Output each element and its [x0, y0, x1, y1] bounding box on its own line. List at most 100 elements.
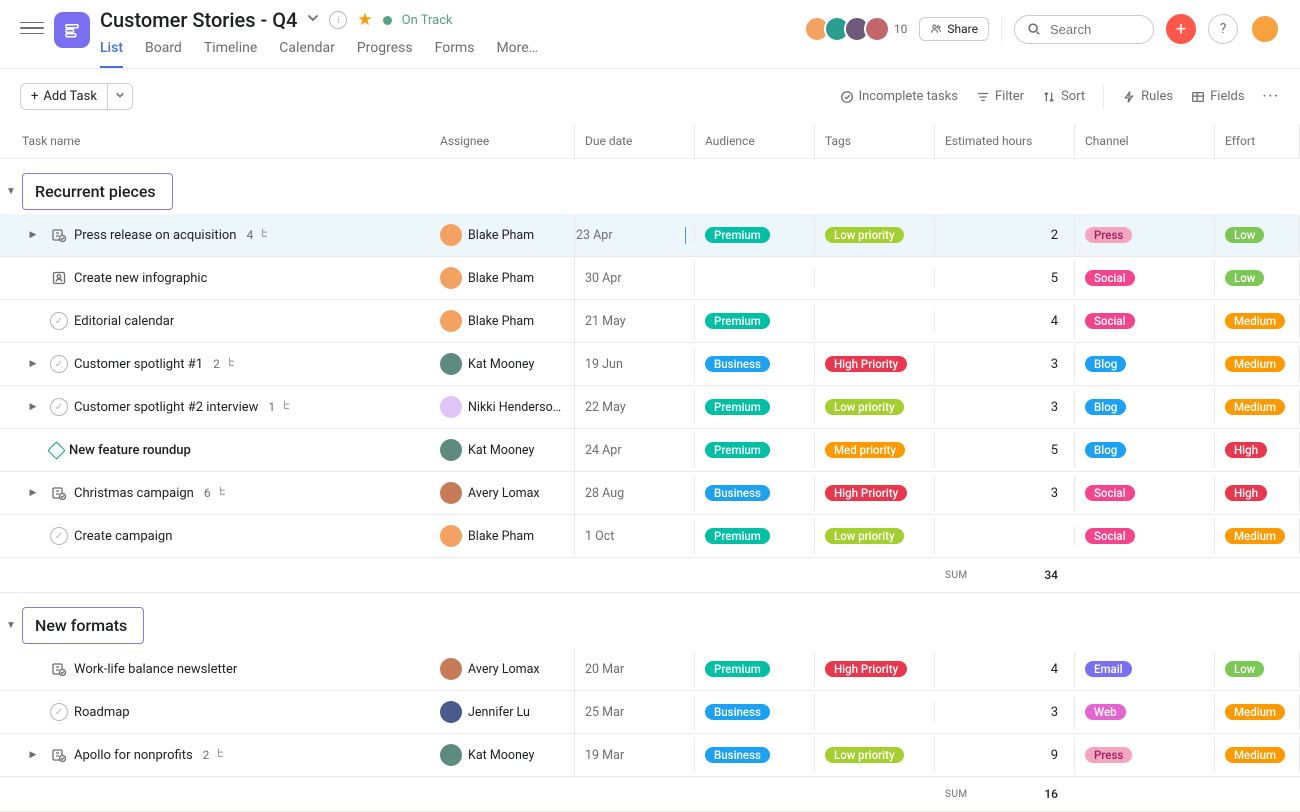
channel-pill[interactable]: Social	[1085, 485, 1135, 501]
milestone-icon[interactable]	[47, 441, 65, 459]
filter-button[interactable]: Filter	[976, 89, 1024, 104]
effort-pill[interactable]: High	[1225, 442, 1267, 458]
profile-avatar[interactable]	[1250, 14, 1280, 44]
due-date[interactable]: 28 Aug	[585, 486, 624, 501]
avatar[interactable]	[864, 16, 890, 42]
due-date[interactable]: 20 Mar	[585, 662, 624, 677]
audience-pill[interactable]: Business	[705, 747, 770, 763]
project-icon[interactable]	[54, 12, 90, 48]
col-name[interactable]: Task name	[0, 124, 430, 158]
assignee-name[interactable]: Blake Pham	[468, 529, 534, 544]
tab-progress[interactable]: Progress	[357, 40, 413, 68]
est-value[interactable]: 3	[1051, 705, 1058, 720]
task-row[interactable]: Editorial calendar Blake Pham 21 May Pre…	[0, 300, 1300, 343]
expand-icon[interactable]: ▶	[22, 230, 44, 240]
more-options[interactable]: ···	[1263, 89, 1280, 104]
add-task-button[interactable]: + Add Task	[20, 83, 108, 110]
expand-icon[interactable]: ▶	[22, 359, 44, 369]
est-value[interactable]: 9	[1051, 748, 1058, 763]
tag-pill[interactable]: High Priority	[825, 485, 907, 501]
est-value[interactable]: 4	[1051, 314, 1058, 329]
effort-pill[interactable]: Low	[1225, 227, 1264, 243]
tag-pill[interactable]: Low priority	[825, 747, 904, 763]
channel-pill[interactable]: Social	[1085, 270, 1135, 286]
col-est[interactable]: Estimated hours	[935, 124, 1075, 158]
col-audience[interactable]: Audience	[695, 124, 815, 158]
est-value[interactable]: 3	[1051, 400, 1058, 415]
task-row[interactable]: ▶Apollo for nonprofits2 Kat Mooney 19 Ma…	[0, 734, 1300, 777]
expand-icon[interactable]: ▶	[22, 750, 44, 760]
task-row[interactable]: ▶Customer spotlight #2 interview1 Nikki …	[0, 386, 1300, 429]
assignee-name[interactable]: Kat Mooney	[468, 443, 534, 458]
effort-pill[interactable]: Medium	[1225, 356, 1285, 372]
assignee-name[interactable]: Avery Lomax	[468, 486, 540, 501]
search-field[interactable]	[1048, 21, 1141, 38]
audience-pill[interactable]: Premium	[705, 399, 770, 415]
tab-list[interactable]: List	[100, 40, 123, 68]
project-dropdown-icon[interactable]	[307, 12, 319, 28]
expand-icon[interactable]: ▶	[22, 402, 44, 412]
tag-pill[interactable]: High Priority	[825, 661, 907, 677]
tab-timeline[interactable]: Timeline	[204, 40, 257, 68]
tab-board[interactable]: Board	[145, 40, 182, 68]
section-title[interactable]: Recurrent pieces	[22, 173, 173, 210]
est-value[interactable]: 4	[1051, 662, 1058, 677]
effort-pill[interactable]: Medium	[1225, 704, 1285, 720]
due-date[interactable]: 19 Jun	[585, 357, 623, 372]
assignee-name[interactable]: Nikki Henderson …	[468, 400, 564, 415]
completion-filter[interactable]: Incomplete tasks	[840, 89, 958, 104]
tag-pill[interactable]: Low priority	[825, 399, 904, 415]
due-date[interactable]: 23 Apr	[575, 227, 686, 244]
effort-pill[interactable]: High	[1225, 485, 1267, 501]
audience-pill[interactable]: Premium	[705, 661, 770, 677]
effort-pill[interactable]: Low	[1225, 661, 1264, 677]
search-input[interactable]	[1014, 15, 1154, 44]
star-icon[interactable]: ★	[357, 10, 372, 30]
section-caret-icon[interactable]: ▼	[0, 620, 22, 631]
due-date[interactable]: 1 Oct	[585, 529, 614, 544]
channel-pill[interactable]: Blog	[1085, 442, 1126, 458]
effort-pill[interactable]: Medium	[1225, 747, 1285, 763]
section-caret-icon[interactable]: ▼	[0, 186, 22, 197]
channel-pill[interactable]: Blog	[1085, 356, 1126, 372]
tag-pill[interactable]: High Priority	[825, 356, 907, 372]
assignee-name[interactable]: Avery Lomax	[468, 662, 540, 677]
audience-pill[interactable]: Business	[705, 485, 770, 501]
help-button[interactable]: ?	[1208, 14, 1238, 44]
audience-pill[interactable]: Business	[705, 704, 770, 720]
sort-button[interactable]: Sort	[1042, 89, 1085, 104]
add-task-dropdown[interactable]	[108, 83, 133, 110]
expand-icon[interactable]: ▶	[22, 488, 44, 498]
effort-pill[interactable]: Medium	[1225, 313, 1285, 329]
task-row[interactable]: ▶Christmas campaign6 Avery Lomax 28 Aug …	[0, 472, 1300, 515]
task-row[interactable]: Create campaign Blake Pham 1 Oct Premium…	[0, 515, 1300, 558]
task-row[interactable]: Create new infographic Blake Pham 30 Apr…	[0, 257, 1300, 300]
section-header[interactable]: ▼ Recurrent pieces	[0, 159, 1300, 214]
section-header[interactable]: ▼ New formats	[0, 593, 1300, 648]
assignee-name[interactable]: Kat Mooney	[468, 748, 534, 763]
due-date[interactable]: 22 May	[585, 400, 626, 415]
col-tags[interactable]: Tags	[815, 124, 935, 158]
tab-calendar[interactable]: Calendar	[279, 40, 335, 68]
tab-forms[interactable]: Forms	[435, 40, 475, 68]
due-date[interactable]: 19 Mar	[585, 748, 624, 763]
check-icon[interactable]	[50, 527, 68, 545]
due-date[interactable]: 24 Apr	[585, 443, 622, 458]
check-icon[interactable]	[50, 312, 68, 330]
tag-pill[interactable]: Med priority	[825, 442, 905, 458]
channel-pill[interactable]: Press	[1085, 747, 1132, 763]
effort-pill[interactable]: Medium	[1225, 528, 1285, 544]
check-icon[interactable]	[50, 398, 68, 416]
audience-pill[interactable]: Premium	[705, 313, 770, 329]
member-avatars[interactable]: 10	[810, 16, 908, 42]
tag-pill[interactable]: Low priority	[825, 528, 904, 544]
channel-pill[interactable]: Blog	[1085, 399, 1126, 415]
status-label[interactable]: On Track	[402, 13, 453, 28]
menu-toggle[interactable]	[20, 16, 44, 40]
check-icon[interactable]	[50, 355, 68, 373]
col-channel[interactable]: Channel	[1075, 124, 1215, 158]
channel-pill[interactable]: Social	[1085, 313, 1135, 329]
est-value[interactable]: 2	[1051, 228, 1058, 243]
est-value[interactable]: 5	[1051, 443, 1058, 458]
audience-pill[interactable]: Premium	[705, 528, 770, 544]
